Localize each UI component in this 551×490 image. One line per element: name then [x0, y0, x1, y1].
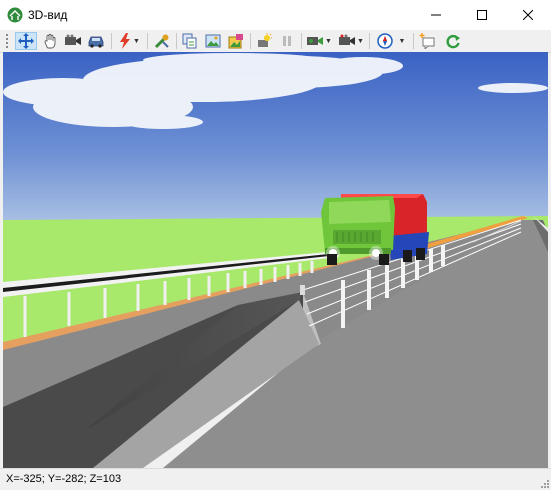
camera-button[interactable] [63, 32, 83, 50]
record-button[interactable]: ▼ [337, 32, 365, 50]
hand-button[interactable] [40, 32, 60, 50]
toolbar-separator [413, 33, 414, 49]
dump-truck [321, 194, 429, 265]
chevron-down-icon: ▼ [133, 37, 140, 45]
close-button[interactable] [505, 0, 551, 30]
record-icon [339, 34, 356, 45]
copy-button[interactable] [180, 32, 200, 50]
pan-move-button[interactable] [15, 32, 37, 50]
coordinates-readout: X=-325; Y=-282; Z=103 [6, 473, 122, 485]
refresh-icon [446, 34, 460, 49]
camera-settings-button[interactable]: ▼ [305, 32, 333, 50]
toolbar-grip[interactable] [6, 34, 8, 48]
lightning-button[interactable]: ▼ [115, 32, 143, 50]
3d-scene [3, 52, 548, 468]
maximize-icon [477, 10, 487, 20]
camera-settings-icon [307, 37, 324, 45]
image-button[interactable] [203, 32, 223, 50]
car-view-button[interactable] [86, 32, 106, 50]
status-bar: X=-325; Y=-282; Z=103 [0, 468, 551, 490]
lightning-icon [120, 33, 131, 49]
toolbar-separator [369, 33, 370, 49]
3d-viewport[interactable] [3, 52, 548, 468]
compass-button[interactable]: ▼ [373, 32, 409, 50]
hand-icon [44, 33, 56, 49]
move-arrows-icon [18, 33, 34, 49]
app-window: 3D-вид ▼ ▼ ▼ ▼ X=-325; Y=-282; Z=103 [0, 0, 551, 490]
tools-button[interactable] [152, 32, 172, 50]
toolbar: ▼ ▼ ▼ ▼ [0, 30, 551, 53]
car-icon [88, 36, 104, 48]
chevron-down-icon: ▼ [325, 37, 332, 45]
toolbar-separator [176, 33, 177, 49]
minimize-button[interactable] [413, 0, 459, 30]
pause-icon [283, 36, 291, 46]
tools-icon [154, 34, 169, 49]
light-button[interactable] [254, 32, 274, 50]
image-export-button[interactable] [226, 32, 246, 50]
toolbar-separator [111, 33, 112, 49]
annotate-icon [419, 33, 435, 49]
compass-icon [376, 33, 393, 49]
title-bar[interactable]: 3D-вид [0, 0, 551, 30]
annotate-button[interactable] [417, 32, 437, 50]
close-icon [523, 10, 533, 20]
chevron-down-icon: ▼ [398, 37, 406, 45]
video-camera-icon [65, 34, 81, 45]
toolbar-separator [147, 33, 148, 49]
light-icon [258, 33, 272, 47]
road-view-icon [7, 7, 23, 23]
image-export-icon [228, 34, 243, 49]
minimize-icon [431, 14, 441, 16]
resize-grip-icon[interactable] [539, 478, 549, 488]
refresh-button[interactable] [443, 32, 463, 50]
chevron-down-icon: ▼ [357, 37, 364, 45]
window-title: 3D-вид [28, 8, 68, 22]
toolbar-separator [250, 33, 251, 49]
toolbar-separator [301, 33, 302, 49]
pause-button[interactable] [277, 32, 297, 50]
maximize-button[interactable] [459, 0, 505, 30]
image-icon [205, 34, 221, 48]
copy-icon [182, 33, 197, 49]
